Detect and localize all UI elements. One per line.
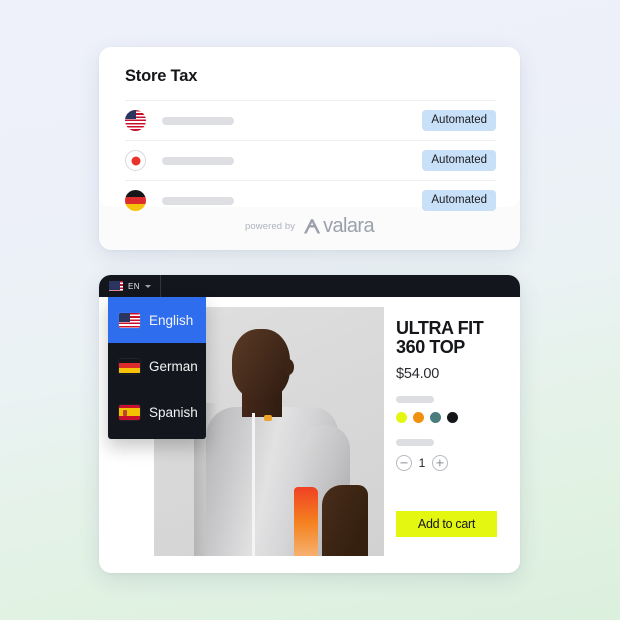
quantity-stepper: 1 <box>396 454 520 471</box>
flag-japan-icon <box>125 150 146 171</box>
color-label-placeholder <box>396 395 434 403</box>
menu-item-label: German <box>149 358 198 374</box>
table-row[interactable]: Automated <box>125 180 496 220</box>
language-code-label: EN <box>128 281 140 291</box>
add-to-cart-button[interactable]: Add to cart <box>396 510 497 537</box>
country-name-placeholder <box>162 156 234 165</box>
swatch-orange[interactable] <box>413 411 424 423</box>
country-name-placeholder <box>162 196 234 205</box>
flag-germany-icon <box>119 358 140 374</box>
flag-spain-icon <box>119 404 140 420</box>
menu-item-label: English <box>149 312 194 328</box>
minus-circle-icon[interactable] <box>396 454 412 471</box>
tax-row-list: Automated Automated Automated <box>125 100 496 220</box>
flag-us-icon <box>125 110 146 131</box>
status-badge: Automated <box>422 150 496 171</box>
page-title: Store Tax <box>125 67 198 85</box>
menu-item-spanish[interactable]: Spanish <box>108 389 206 435</box>
table-row[interactable]: Automated <box>125 140 496 180</box>
powered-by-label: powered by <box>245 220 296 232</box>
product-title: ULTRA FIT 360 TOP <box>396 318 484 358</box>
store-tax-panel: Store Tax Automated Automated Automated <box>99 47 520 211</box>
flag-germany-icon <box>125 190 146 211</box>
swatch-yellow[interactable] <box>396 411 407 423</box>
color-swatch-list <box>396 411 520 423</box>
status-badge: Automated <box>422 190 496 211</box>
table-row[interactable]: Automated <box>125 100 496 140</box>
swatch-teal[interactable] <box>430 411 441 423</box>
quantity-label-placeholder <box>396 438 434 446</box>
avalara-a-logo-icon <box>304 218 321 234</box>
menu-item-german[interactable]: German <box>108 343 206 389</box>
status-badge: Automated <box>422 110 496 131</box>
country-name-placeholder <box>162 116 234 125</box>
product-info: ULTRA FIT 360 TOP $54.00 1 Add to cart <box>384 307 520 573</box>
quantity-value: 1 <box>418 455 426 470</box>
flag-us-icon <box>119 312 140 328</box>
powered-by-avalara: powered by valara <box>99 216 520 236</box>
swatch-black[interactable] <box>447 411 458 423</box>
chevron-down-icon <box>144 284 151 288</box>
language-selector[interactable]: EN <box>99 275 161 297</box>
menu-item-label: Spanish <box>149 404 198 420</box>
flag-us-icon <box>109 281 123 291</box>
menu-item-english[interactable]: English <box>108 297 206 343</box>
plus-circle-icon[interactable] <box>432 454 448 471</box>
product-price: $54.00 <box>396 365 440 382</box>
avalara-logo: valara <box>302 215 375 237</box>
storefront-preview-card: EN English German Spanish ULTRA FIT 360 … <box>99 275 520 573</box>
language-dropdown-menu[interactable]: English German Spanish <box>108 297 206 439</box>
avalara-wordmark: valara <box>323 215 374 237</box>
storefront-topbar: EN <box>99 275 520 297</box>
store-tax-card: Store Tax Automated Automated Automated … <box>99 47 520 250</box>
